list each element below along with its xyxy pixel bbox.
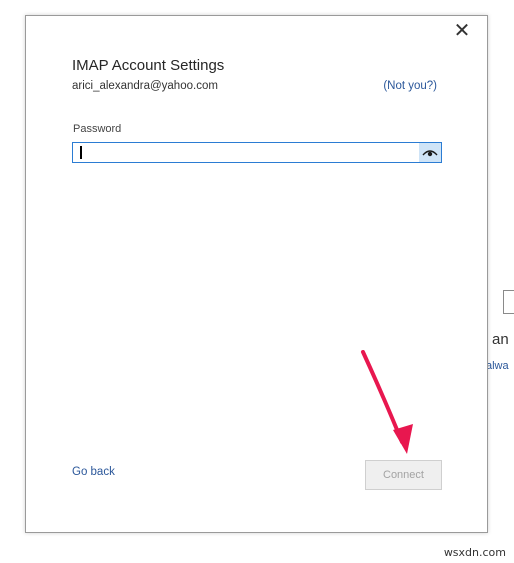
not-you-link[interactable]: (Not you?) <box>383 80 437 92</box>
password-input[interactable] <box>73 143 417 162</box>
background-input-fragment <box>503 290 514 314</box>
text-caret <box>80 146 82 159</box>
go-back-link[interactable]: Go back <box>72 466 115 478</box>
annotation-arrow-icon <box>361 350 413 454</box>
watermark: wsxdn.com <box>443 546 506 559</box>
password-label: Password <box>73 123 122 135</box>
account-email: arici_alexandra@yahoo.com <box>72 80 218 92</box>
connect-button[interactable]: Connect <box>365 460 442 490</box>
close-icon[interactable]: ✕ <box>453 21 471 41</box>
background-link-fragment: alwa <box>486 360 509 372</box>
dialog-title: IMAP Account Settings <box>72 57 225 74</box>
password-field[interactable] <box>72 142 442 163</box>
eye-icon[interactable] <box>419 143 441 162</box>
background-text-fragment: an <box>492 331 509 348</box>
